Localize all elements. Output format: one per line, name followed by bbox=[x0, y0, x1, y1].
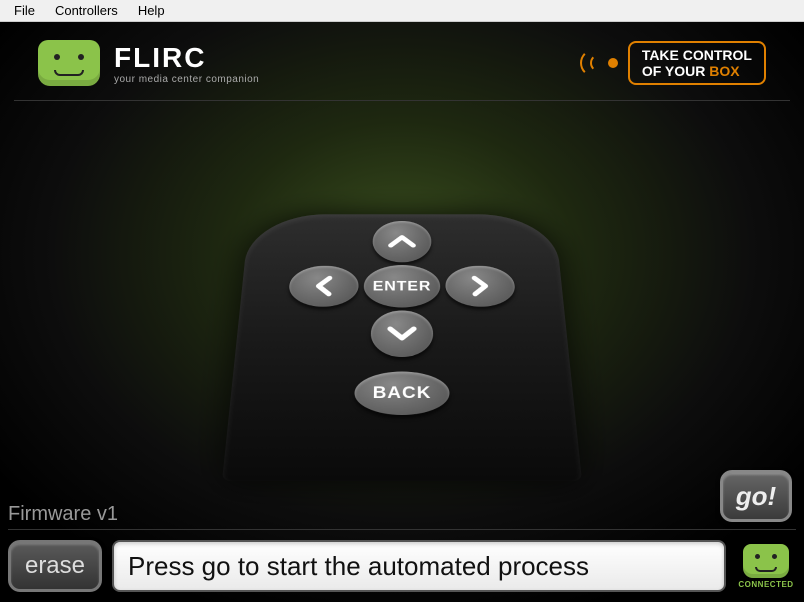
take-control-line2: OF YOUR BOX bbox=[642, 63, 752, 79]
connection-badge: CONNECTED bbox=[736, 544, 796, 589]
dpad-down-button[interactable] bbox=[370, 310, 433, 357]
dpad-up-button[interactable] bbox=[372, 221, 431, 262]
app-body: FLIRC your media center companion TAKE C… bbox=[0, 22, 804, 602]
logo-title: FLIRC bbox=[114, 42, 259, 74]
chevron-down-icon bbox=[386, 325, 417, 342]
logo-subtitle: your media center companion bbox=[114, 74, 259, 85]
status-message: Press go to start the automated process bbox=[112, 540, 726, 592]
take-control-accent: BOX bbox=[709, 63, 739, 79]
back-button[interactable]: BACK bbox=[354, 372, 450, 415]
take-control-line1: TAKE CONTROL bbox=[642, 47, 752, 63]
firmware-label: Firmware v1 bbox=[8, 503, 118, 526]
antenna-icon bbox=[578, 48, 618, 78]
menu-controllers[interactable]: Controllers bbox=[45, 1, 128, 20]
flirc-logo-icon bbox=[38, 40, 100, 86]
dpad: ENTER BACK bbox=[222, 214, 582, 481]
menu-help[interactable]: Help bbox=[128, 1, 175, 20]
header: FLIRC your media center companion TAKE C… bbox=[14, 22, 790, 101]
remote-area: ENTER BACK bbox=[0, 111, 804, 481]
dpad-left-button[interactable] bbox=[288, 266, 359, 307]
connected-icon bbox=[743, 544, 789, 578]
menu-bar: File Controllers Help bbox=[0, 0, 804, 22]
take-control-badge: TAKE CONTROL OF YOUR BOX bbox=[578, 41, 766, 85]
bottom-bar: erase Press go to start the automated pr… bbox=[8, 529, 796, 592]
connection-label: CONNECTED bbox=[738, 580, 793, 589]
chevron-left-icon bbox=[314, 275, 335, 297]
take-control-box: TAKE CONTROL OF YOUR BOX bbox=[628, 41, 766, 85]
remote-body: ENTER BACK bbox=[222, 214, 582, 481]
erase-button[interactable]: erase bbox=[8, 540, 102, 592]
go-button[interactable]: go! bbox=[720, 470, 792, 522]
take-control-pre: OF YOUR bbox=[642, 63, 709, 79]
enter-button[interactable]: ENTER bbox=[363, 265, 440, 307]
menu-file[interactable]: File bbox=[4, 1, 45, 20]
logo-text: FLIRC your media center companion bbox=[114, 42, 259, 85]
logo-area: FLIRC your media center companion bbox=[38, 40, 259, 86]
dpad-right-button[interactable] bbox=[445, 266, 516, 307]
chevron-up-icon bbox=[387, 234, 416, 249]
chevron-right-icon bbox=[470, 275, 491, 297]
